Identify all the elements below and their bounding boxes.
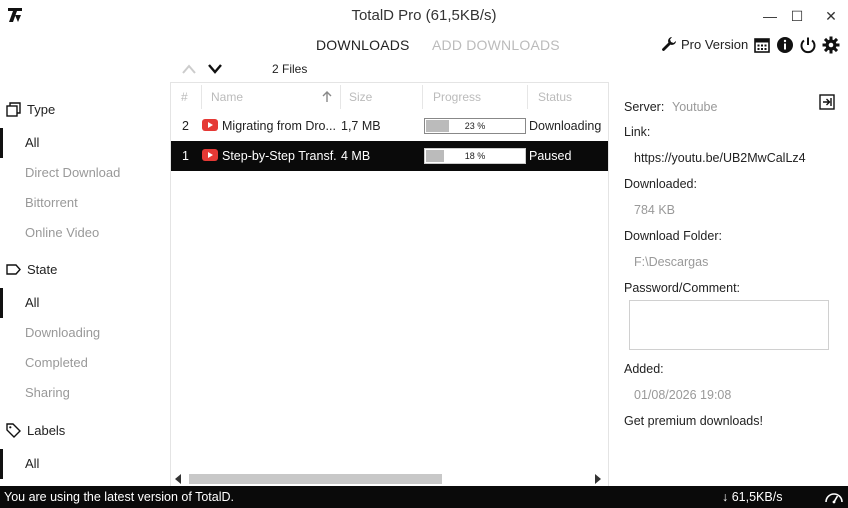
added-value: 01/08/2026 19:08 [634, 388, 732, 402]
sidebar-type-direct-download[interactable]: Direct Download [0, 158, 170, 188]
progress-bar: 23 % [424, 118, 526, 134]
row-name: Migrating from Dro... [222, 119, 336, 133]
title-bar: TotalD Pro (61,5KB/s) — ☐ ✕ [0, 0, 848, 32]
download-folder-label: Download Folder: [624, 229, 722, 243]
sidebar-type-online-video[interactable]: Online Video [0, 218, 170, 248]
col-header-name[interactable]: Name [211, 83, 243, 111]
downloaded-value: 784 KB [634, 203, 676, 217]
sidebar-type-bittorrent[interactable]: Bittorrent [0, 188, 170, 218]
pro-version-button[interactable]: Pro Version [661, 36, 748, 52]
server-label: Server: [624, 100, 665, 114]
status-bar: You are using the latest version of Tota… [0, 486, 848, 508]
row-size: 1,7 MB [341, 119, 381, 133]
youtube-icon [202, 149, 218, 161]
scroll-right-arrow-icon[interactable] [595, 474, 601, 484]
password-comment-field[interactable] [629, 300, 829, 350]
row-number: 1 [182, 149, 189, 163]
row-status: Downloading [529, 119, 602, 133]
state-heading: State [27, 262, 58, 277]
progress-text: 23 % [464, 121, 486, 131]
table-row[interactable]: 2 Migrating from Dro... 1,7 MB 23 % Down… [171, 111, 608, 141]
info-icon[interactable] [776, 36, 794, 54]
sort-ascending-icon [322, 91, 332, 102]
tab-add-downloads[interactable]: ADD DOWNLOADS [432, 37, 560, 53]
col-header-progress[interactable]: Progress [433, 83, 481, 111]
state-section-heading: State [6, 262, 57, 277]
move-up-icon[interactable] [181, 62, 197, 76]
horizontal-scrollbar[interactable] [171, 472, 608, 486]
calendar-icon[interactable] [753, 36, 771, 54]
sidebar-type-all[interactable]: All [0, 128, 170, 158]
downloads-table: # Name Size Progress Status 2 Migrating … [171, 82, 608, 472]
row-number: 2 [182, 119, 189, 133]
collapse-panel-icon[interactable] [819, 94, 835, 110]
scroll-left-arrow-icon[interactable] [175, 474, 181, 484]
speedometer-icon[interactable] [824, 489, 844, 505]
app-window: TotalD Pro (61,5KB/s) — ☐ ✕ DOWNLOADS AD… [0, 0, 848, 508]
password-comment-label: Password/Comment: [624, 281, 741, 295]
pro-version-label: Pro Version [681, 36, 749, 52]
sidebar-labels-all[interactable]: All [0, 449, 170, 479]
table-row-selected[interactable]: 1 Step-by-Step Transf... 4 MB 18 % Pause… [171, 141, 608, 171]
minimize-button[interactable]: — [759, 5, 781, 27]
sidebar-state-completed[interactable]: Completed [0, 348, 170, 378]
move-down-icon[interactable] [207, 62, 223, 76]
server-value: Youtube [672, 100, 718, 114]
progress-bar: 18 % [424, 148, 526, 164]
sidebar-state-downloading[interactable]: Downloading [0, 318, 170, 348]
premium-link[interactable]: Get premium downloads! [624, 414, 763, 428]
gear-icon[interactable] [822, 36, 840, 54]
sidebar-state-all[interactable]: All [0, 288, 170, 318]
col-header-size[interactable]: Size [349, 83, 372, 111]
link-label: Link: [624, 125, 651, 139]
tab-downloads[interactable]: DOWNLOADS [316, 37, 410, 53]
labels-heading: Labels [27, 423, 66, 438]
status-message: You are using the latest version of Tota… [4, 490, 235, 504]
row-size: 4 MB [341, 149, 371, 163]
download-folder-value[interactable]: F:\Descargas [634, 255, 708, 269]
type-section-heading: Type [6, 102, 55, 117]
maximize-button[interactable]: ☐ [786, 5, 808, 27]
state-tag-icon [6, 264, 21, 275]
youtube-icon [202, 119, 218, 131]
col-header-number[interactable]: # [181, 83, 188, 111]
close-button[interactable]: ✕ [820, 5, 842, 27]
row-status: Paused [529, 149, 572, 163]
type-heading: Type [27, 102, 56, 117]
type-icon [6, 102, 21, 117]
label-tag-icon [6, 423, 21, 438]
labels-section-heading: Labels [6, 423, 65, 438]
wrench-icon [662, 37, 676, 51]
added-label: Added: [624, 362, 664, 376]
list-toolbar: 2 Files [171, 60, 608, 82]
row-name: Step-by-Step Transf... [222, 149, 336, 163]
sidebar: Type All Direct Download Bittorrent Onli… [0, 82, 171, 486]
progress-text: 18 % [464, 151, 486, 161]
link-value[interactable]: https://youtu.be/UB2MwCalLz4 [634, 151, 806, 165]
power-icon[interactable] [799, 36, 817, 54]
scroll-thumb[interactable] [189, 474, 442, 484]
downloaded-label: Downloaded: [624, 177, 697, 191]
col-header-status[interactable]: Status [538, 83, 572, 111]
files-count: 2 Files [272, 62, 308, 76]
main-tabs: DOWNLOADS ADD DOWNLOADS Pro Version [0, 36, 848, 56]
window-title: TotalD Pro (61,5KB/s) [351, 7, 497, 24]
details-panel: Server: Youtube Link: https://youtu.be/U… [608, 82, 848, 486]
download-speed: ↓ 61,5KB/s [722, 490, 783, 504]
sidebar-state-sharing[interactable]: Sharing [0, 378, 170, 408]
